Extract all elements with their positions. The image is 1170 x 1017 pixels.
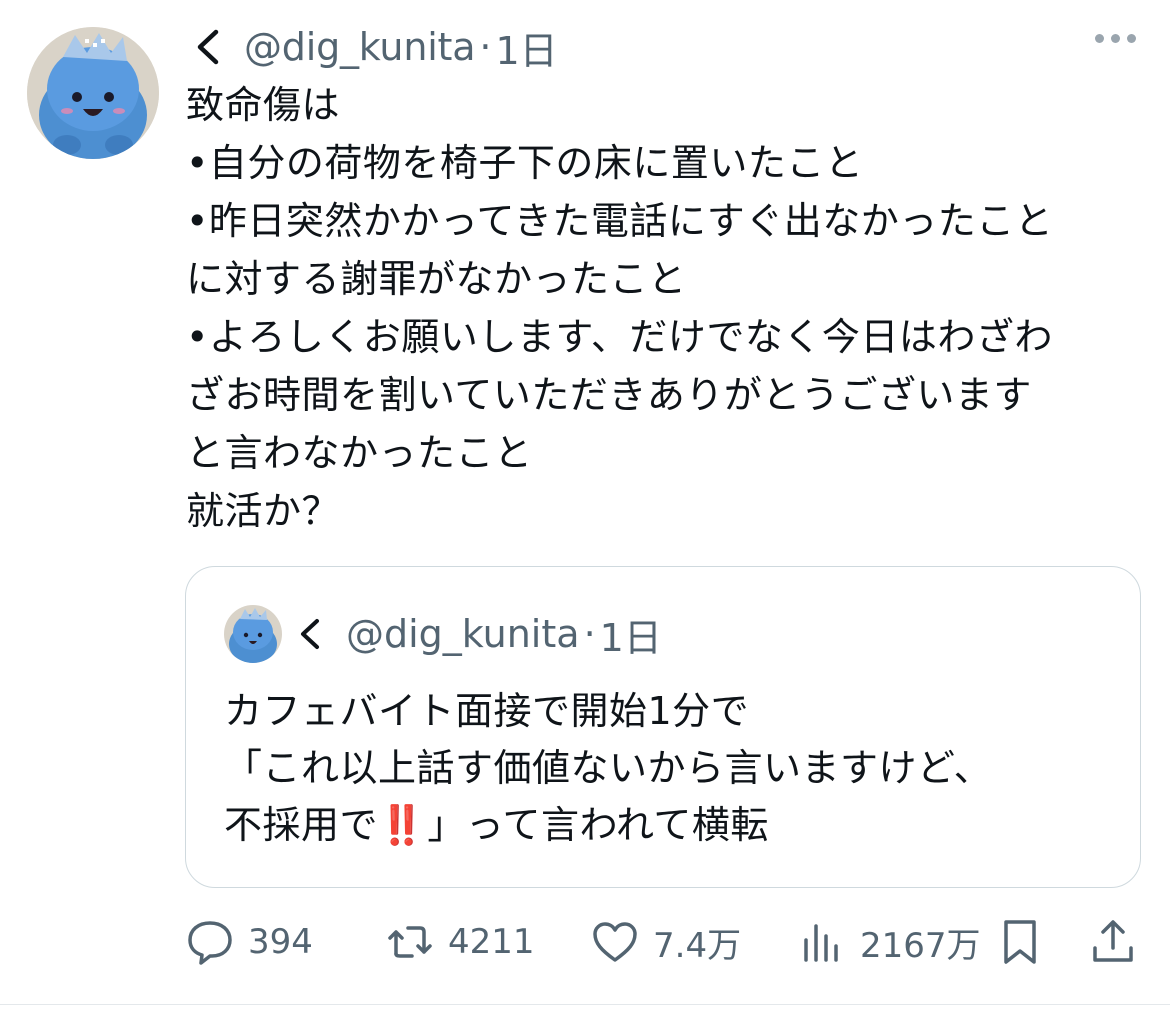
timestamp[interactable]: 1日 bbox=[495, 20, 557, 75]
reply-count: 394 bbox=[248, 922, 313, 962]
tweet-line: 致命傷は bbox=[186, 83, 341, 127]
quoted-line: 不採用で‼️ 」って言われて横転 bbox=[224, 797, 1104, 854]
quoted-avatar[interactable] bbox=[224, 605, 282, 663]
quoted-tweet-text: カフェバイト面接で開始1分で 「これ以上話す価値ないから言いますけど、 不採用で… bbox=[224, 683, 1104, 854]
separator-dot: · bbox=[479, 25, 492, 69]
chevron-left-icon bbox=[301, 619, 319, 649]
quoted-line: カフェバイト面接で開始1分で bbox=[224, 689, 750, 733]
quoted-line-text: 不採用で bbox=[224, 803, 379, 847]
bar-chart-icon bbox=[804, 924, 838, 962]
quoted-tweet-header: @dig_kunita · 1日 bbox=[224, 605, 662, 663]
tweet-line: ざお時間を割いていただきありがとうございます bbox=[186, 373, 1032, 417]
quoted-avatar-image bbox=[224, 605, 282, 663]
tweet-line: •よろしくお願いします、だけでなく今日はわざわ bbox=[186, 315, 1053, 359]
like-button[interactable]: 7.4万 bbox=[591, 918, 741, 966]
divider bbox=[0, 1004, 1170, 1005]
action-bar: 394 4211 7.4万 2167万 bbox=[186, 918, 1140, 966]
back-button[interactable] bbox=[186, 28, 230, 66]
bookmark-icon bbox=[1004, 920, 1036, 964]
views-button[interactable]: 2167万 bbox=[798, 918, 981, 966]
retweet-count: 4211 bbox=[448, 922, 535, 962]
quoted-back-icon bbox=[298, 617, 322, 651]
double-exclamation-emoji: ‼️ bbox=[378, 803, 425, 847]
author-handle[interactable]: @dig_kunita bbox=[244, 25, 476, 69]
heart-icon bbox=[593, 922, 637, 962]
like-count: 7.4万 bbox=[653, 925, 742, 966]
quoted-line-text: 」って言われて横転 bbox=[427, 803, 769, 847]
avatar[interactable] bbox=[27, 27, 159, 159]
share-button[interactable] bbox=[1089, 918, 1137, 966]
views-count: 2167万 bbox=[860, 925, 981, 966]
tweet-header: @dig_kunita · 1日 bbox=[186, 20, 558, 75]
more-horizontal-icon bbox=[1095, 34, 1104, 43]
tweet-line: •自分の荷物を椅子下の床に置いたこと bbox=[186, 141, 864, 185]
quoted-line: 「これ以上話す価値ないから言いますけど、 bbox=[224, 746, 993, 790]
share-icon bbox=[1093, 920, 1133, 962]
quoted-tweet[interactable]: @dig_kunita · 1日 カフェバイト面接で開始1分で 「これ以上話す価… bbox=[185, 566, 1141, 888]
bookmark-button[interactable] bbox=[996, 918, 1044, 966]
tweet-line: •昨日突然かかってきた電話にすぐ出なかったこと bbox=[186, 199, 1054, 243]
retweet-icon bbox=[388, 926, 432, 958]
quoted-author-handle[interactable]: @dig_kunita bbox=[346, 612, 580, 656]
more-button[interactable] bbox=[1095, 34, 1136, 43]
reply-icon bbox=[188, 921, 232, 965]
reply-button[interactable]: 394 bbox=[186, 918, 313, 966]
quoted-timestamp[interactable]: 1日 bbox=[600, 607, 662, 662]
avatar-image bbox=[27, 27, 159, 159]
tweet-line: 就活か？ bbox=[186, 489, 341, 533]
chevron-left-icon bbox=[197, 29, 219, 65]
tweet-line: と言わなかったこと bbox=[186, 431, 533, 475]
tweet-text: 致命傷は •自分の荷物を椅子下の床に置いたこと •昨日突然かかってきた電話にすぐ… bbox=[186, 76, 1146, 540]
retweet-button[interactable]: 4211 bbox=[386, 918, 535, 966]
separator-dot: · bbox=[583, 612, 596, 656]
tweet-line: に対する謝罪がなかったこと bbox=[186, 257, 687, 301]
